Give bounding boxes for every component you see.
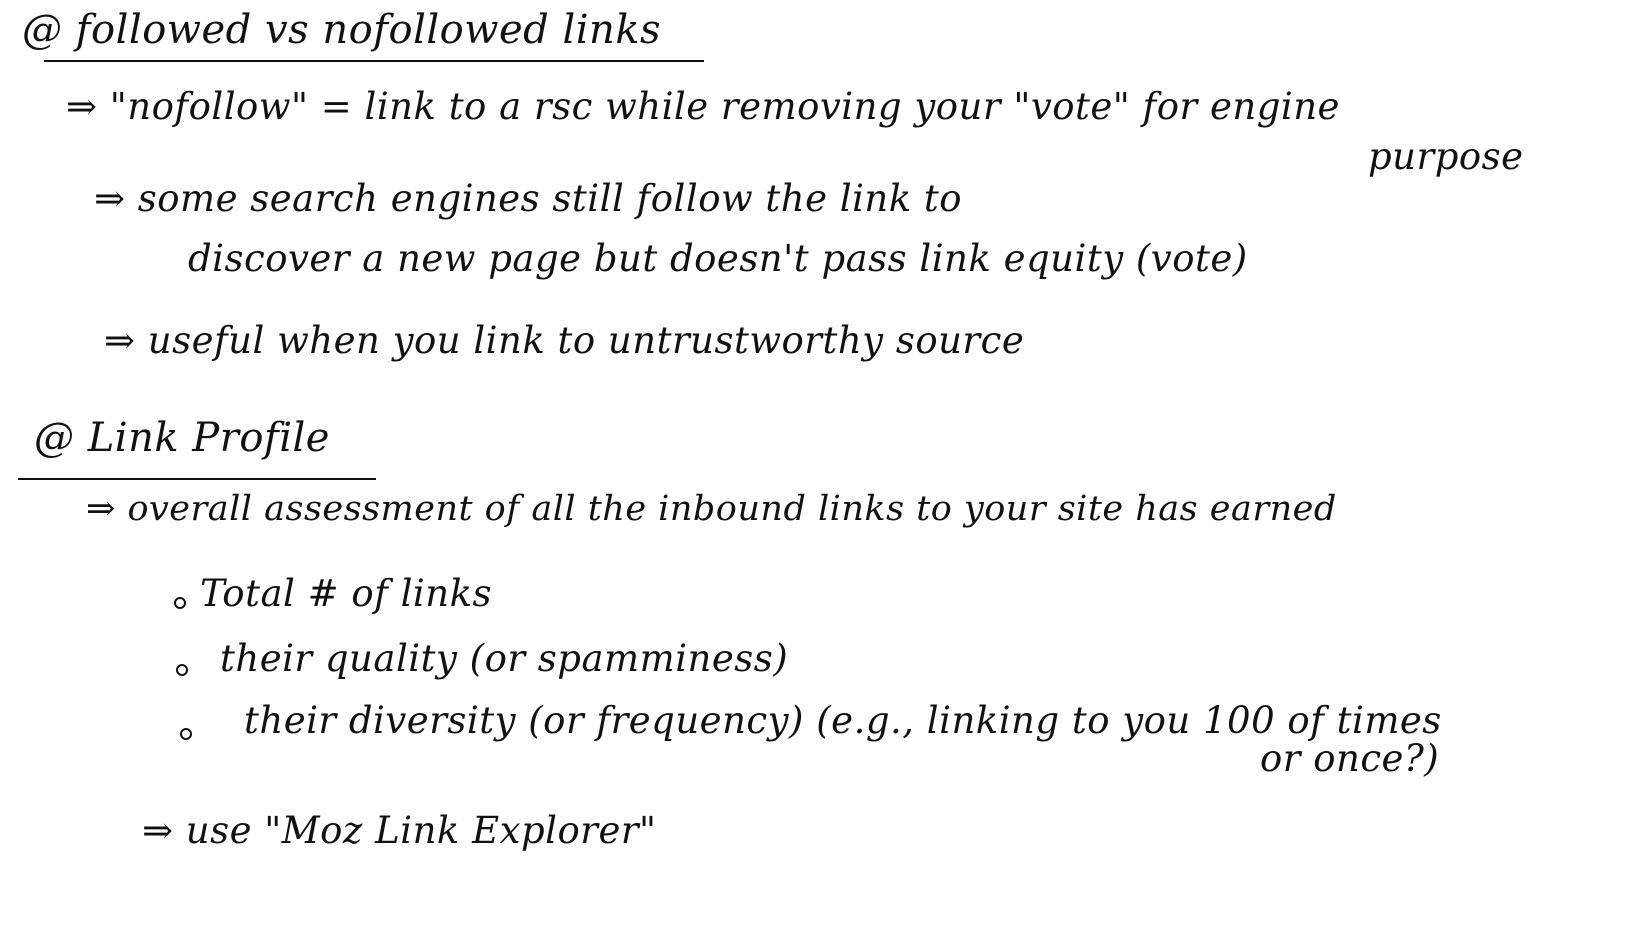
- bullet-link-quality: their quality (or spamminess): [220, 637, 789, 680]
- heading-underline: [44, 60, 704, 62]
- note-search-engines-follow: ⇒ some search engines still follow the l…: [94, 177, 963, 220]
- bullet-dot: [176, 664, 188, 676]
- heading-underline: [18, 478, 376, 480]
- heading-link-profile: @ Link Profile: [34, 415, 330, 461]
- note-moz-link-explorer: ⇒ use "Moz Link Explorer": [142, 809, 657, 852]
- bullet-link-diversity: their diversity (or frequency) (e.g., li…: [244, 699, 1442, 742]
- note-useful-untrustworthy: ⇒ useful when you link to untrustworthy …: [104, 319, 1025, 362]
- note-nofollow-definition-cont: purpose: [1368, 135, 1524, 178]
- heading-followed-vs-nofollowed: @ followed vs nofollowed links: [22, 7, 662, 53]
- bullet-dot: [180, 728, 192, 740]
- handwritten-notes-page: @ followed vs nofollowed links ⇒ "nofoll…: [0, 0, 1642, 945]
- bullet-total-links: Total # of links: [200, 572, 493, 615]
- note-overall-assessment: ⇒ overall assessment of all the inbound …: [86, 489, 1337, 529]
- bullet-link-diversity-cont: or once?): [1260, 737, 1440, 780]
- bullet-dot: [174, 597, 186, 609]
- note-search-engines-follow-cont: discover a new page but doesn't pass lin…: [188, 237, 1248, 280]
- note-nofollow-definition: ⇒ "nofollow" = link to a rsc while remov…: [66, 85, 1340, 128]
